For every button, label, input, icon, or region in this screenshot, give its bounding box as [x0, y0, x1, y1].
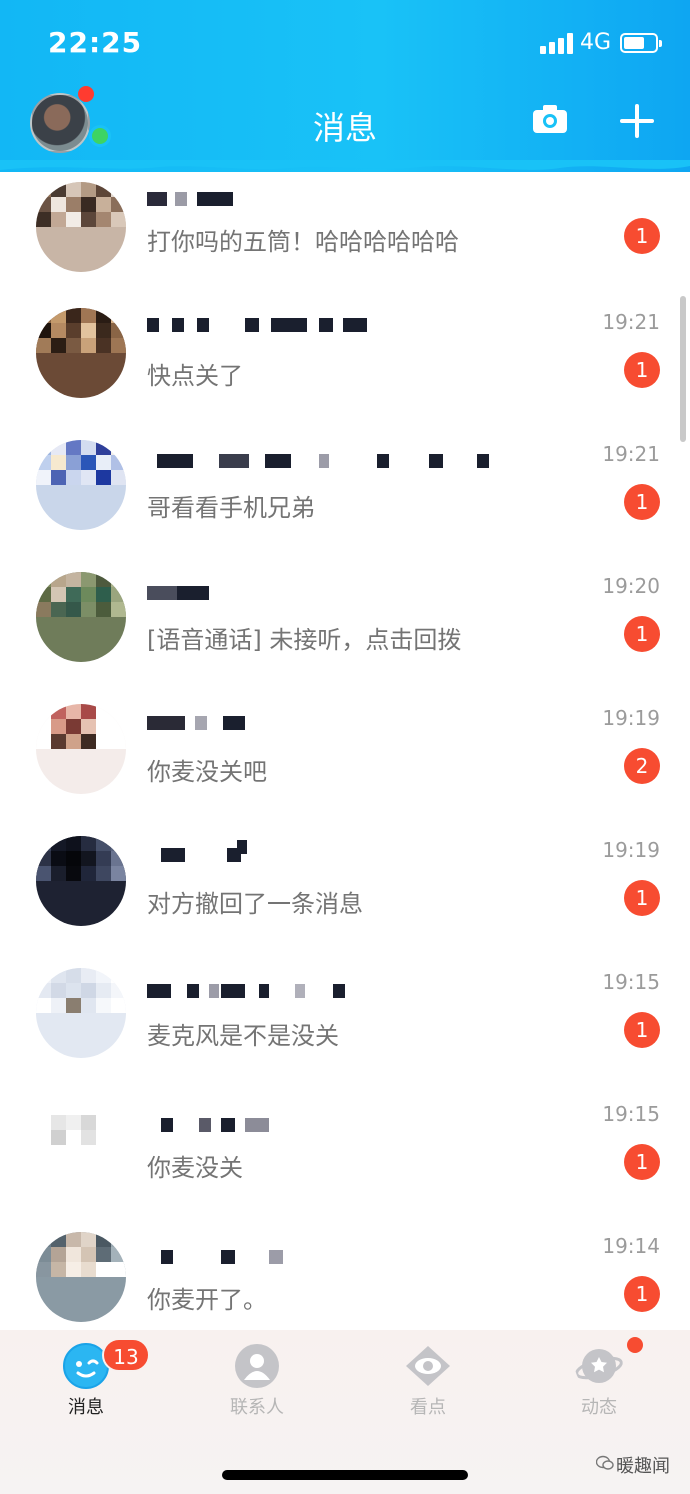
conversation-row[interactable]: 19:14 你麦开了。 1 [0, 1224, 690, 1330]
conversation-row[interactable]: 19:21 哥看看手机兄弟 1 [0, 432, 690, 564]
unread-badge: 1 [624, 616, 660, 652]
unread-badge: 1 [624, 484, 660, 520]
contact-name-obscured [147, 454, 527, 478]
tab-unread-badge: 13 [102, 1338, 150, 1372]
status-bar: 22:25 4G [0, 0, 690, 86]
unread-badge: 1 [624, 1144, 660, 1180]
contact-avatar [36, 182, 126, 272]
watermark-text: 暖趣闻 [616, 1456, 670, 1477]
message-preview: 你麦没关吧 [147, 758, 267, 786]
header-wave-decoration [0, 160, 690, 170]
eye-icon [406, 1346, 450, 1386]
planet-icon [575, 1349, 623, 1383]
tab-notification-dot [627, 1337, 643, 1353]
unread-badge: 1 [624, 880, 660, 916]
home-indicator[interactable] [222, 1470, 468, 1480]
contact-avatar [36, 1100, 126, 1190]
message-preview: 快点关了 [147, 362, 243, 390]
camera-icon[interactable] [532, 104, 568, 134]
conversation-row[interactable]: 19:20 [语音通话] 未接听，点击回拨 1 [0, 564, 690, 696]
unread-badge: 1 [624, 352, 660, 388]
list-scrollbar[interactable] [680, 296, 686, 442]
message-time: 19:20 [602, 574, 660, 598]
wechat-watermark-icon [596, 1455, 614, 1470]
tab-label: 动态 [581, 1397, 617, 1418]
conversation-row[interactable]: 19:19 对方撤回了一条消息 1 [0, 828, 690, 960]
message-preview: [语音通话] 未接听，点击回拨 [147, 626, 462, 654]
conversation-row[interactable]: 19:19 你麦没关吧 2 [0, 696, 690, 828]
unread-badge: 2 [624, 748, 660, 784]
network-type: 4G [580, 30, 612, 55]
tab-contacts[interactable]: 联系人 [197, 1342, 317, 1422]
tab-messages[interactable]: 13 消息 [26, 1338, 150, 1422]
unread-badge: 1 [624, 218, 660, 254]
tab-moments[interactable]: 动态 [539, 1337, 659, 1422]
message-time: 19:19 [602, 838, 660, 862]
unread-badge: 1 [624, 1276, 660, 1312]
tab-label: 消息 [68, 1397, 104, 1418]
contact-avatar [36, 1232, 126, 1322]
conversation-row[interactable]: 19:21 快点关了 1 [0, 300, 690, 432]
message-preview: 你麦没关 [147, 1154, 243, 1182]
contact-name-obscured [147, 318, 527, 342]
contact-name-obscured [147, 586, 527, 610]
page-title: 消息 [312, 109, 377, 147]
message-preview: 哥看看手机兄弟 [147, 494, 315, 522]
message-time: 19:14 [602, 1234, 660, 1258]
contact-name-obscured [147, 840, 527, 872]
contact-name-obscured [147, 1118, 527, 1142]
contact-avatar [36, 572, 126, 662]
message-time: 19:15 [602, 1102, 660, 1126]
tab-kandian[interactable]: 看点 [368, 1342, 488, 1422]
message-preview: 打你吗的五筒！哈哈哈哈哈哈 [147, 228, 459, 256]
conversation-row[interactable]: 19:15 你麦没关 1 [0, 1092, 690, 1224]
profile-notification-dot [78, 86, 94, 102]
contact-avatar [36, 836, 126, 926]
status-time: 22:25 [48, 26, 143, 59]
contact-avatar [36, 308, 126, 398]
message-time: 19:19 [602, 706, 660, 730]
contact-avatar [36, 968, 126, 1058]
message-time: 19:15 [602, 970, 660, 994]
contact-avatar [36, 440, 126, 530]
message-time: 19:21 [602, 442, 660, 466]
battery-icon [620, 33, 662, 53]
message-preview: 对方撤回了一条消息 [147, 890, 363, 918]
contact-name-obscured [147, 192, 527, 216]
message-preview: 你麦开了。 [147, 1286, 267, 1314]
contact-avatar [36, 704, 126, 794]
unread-badge: 1 [624, 1012, 660, 1048]
plus-icon[interactable] [620, 104, 654, 138]
signal-icon [540, 32, 574, 54]
conversation-row[interactable]: 打你吗的五筒！哈哈哈哈哈哈 1 [0, 172, 690, 300]
tab-label: 联系人 [230, 1397, 284, 1418]
conversation-list[interactable]: 打你吗的五筒！哈哈哈哈哈哈 1 19:21 快点关了 1 19:21 哥看看手机… [0, 172, 690, 1330]
conversation-row[interactable]: 19:15 麦克风是不是没关 1 [0, 960, 690, 1092]
message-preview: 麦克风是不是没关 [147, 1022, 339, 1050]
top-header: 22:25 4G 消息 [0, 0, 690, 172]
contact-person-icon [235, 1344, 279, 1388]
message-time: 19:21 [602, 310, 660, 334]
contact-name-obscured [147, 1250, 527, 1274]
tab-label: 看点 [410, 1397, 446, 1418]
contact-name-obscured [147, 716, 527, 740]
contact-name-obscured [147, 984, 527, 1008]
